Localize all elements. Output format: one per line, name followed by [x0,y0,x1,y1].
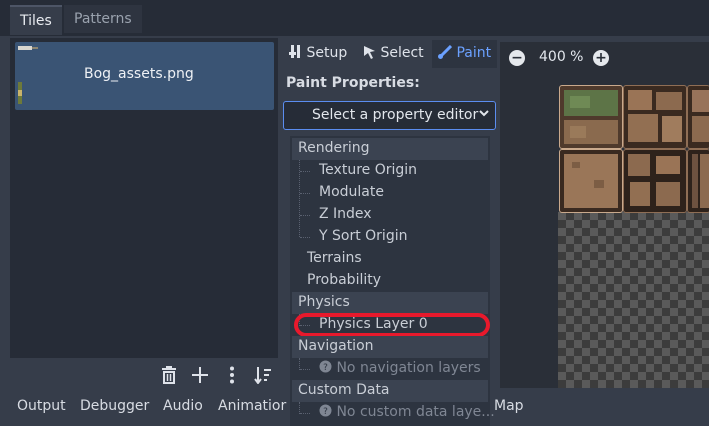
tree-item-z-index[interactable]: Z Index [319,206,372,222]
plus-icon-glyph [192,367,208,383]
zoom-out-icon[interactable]: − [509,50,525,66]
asset-thumbnail [16,44,42,114]
bottom-tab-audio[interactable]: Audio [163,398,203,414]
atlas-tile-art [628,90,682,142]
navigation-empty-label: No navigation layers [336,360,481,376]
brush-icon-glyph [438,44,453,59]
brush-icon [438,44,456,61]
zoom-in-icon[interactable]: + [593,50,609,66]
help-icon: ? [319,360,336,376]
setup-mode-button[interactable]: Setup [283,40,353,68]
atlas-tile-art [564,154,618,208]
tree-guide-tick [300,215,310,216]
help-icon: ? [319,404,336,420]
chevron-down-icon [478,105,490,125]
tree-guide-tick [300,237,310,238]
navigation-empty-item: ? No navigation layers [319,360,481,376]
atlas-tile-art [692,154,709,208]
tree-item-terrains[interactable]: Terrains [307,250,362,266]
sort-icon-glyph [254,367,271,385]
tree-category-custom-data-label: Custom Data [298,382,390,398]
trash-icon[interactable] [160,366,178,384]
bottom-tab-debugger[interactable]: Debugger [80,398,149,414]
atlas-tile-art [564,90,618,144]
tree-guide-tick [300,413,310,414]
tree-guide-tick [300,193,310,194]
tab-patterns[interactable]: Patterns [64,5,142,33]
atlas-tile-art [628,154,680,206]
bottom-tab-output[interactable]: Output [17,398,66,414]
wrench-icon-glyph [289,45,300,58]
select-mode-label: Select [380,45,424,61]
tree-item-y-sort-origin[interactable]: Y Sort Origin [319,228,407,244]
cursor-icon-glyph [364,46,375,59]
cursor-icon [363,45,380,61]
chevron-down-icon-glyph [479,110,489,117]
property-editor-select-value: Select a property editor [312,107,479,123]
help-icon-glyph: ? [319,404,332,417]
asset-thumbnail-image [18,46,38,104]
svg-text:?: ? [323,407,328,417]
tile-source-label: Bog_assets.png [84,66,194,82]
paint-properties-heading: Paint Properties: [286,75,420,91]
atlas-tile-art [692,90,709,142]
plus-icon[interactable] [191,366,209,384]
atlas-tile[interactable] [687,149,709,213]
annotation-highlight-ring [294,313,490,337]
atlas-tile[interactable] [623,149,687,213]
trash-icon-glyph [162,366,176,384]
atlas-tile[interactable] [559,85,623,149]
bottom-tab-animation[interactable]: Animatior [218,398,286,414]
tree-category-navigation-label: Navigation [298,338,374,354]
setup-mode-label: Setup [306,45,348,61]
tree-category-physics-label: Physics [298,294,350,310]
svg-text:?: ? [323,363,328,373]
tree-category-rendering-label: Rendering [298,140,370,156]
custom-data-empty-label: No custom data laye... [336,404,495,420]
atlas-tile[interactable] [687,85,709,149]
wrench-icon [289,45,306,61]
bottom-tab-tilemap[interactable]: Map [494,398,524,414]
atlas-tile[interactable] [559,149,623,213]
sort-icon[interactable] [254,366,272,385]
atlas-tile[interactable] [623,85,687,149]
help-icon-glyph: ? [319,360,332,373]
kebab-menu-icon-glyph [230,366,234,384]
kebab-menu-icon[interactable] [223,366,241,384]
tree-item-texture-origin[interactable]: Texture Origin [319,162,417,178]
transparent-background [558,212,709,388]
tree-guide-tick [300,369,310,370]
custom-data-empty-item: ? No custom data laye... [319,404,495,420]
tree-guide-tick [300,171,310,172]
tree-item-probability[interactable]: Probability [307,272,381,288]
tab-tiles[interactable]: Tiles [10,5,62,35]
paint-mode-button[interactable]: Paint [432,40,498,68]
paint-mode-label: Paint [456,45,492,61]
zoom-level[interactable]: 400 % [539,49,583,65]
tree-item-modulate[interactable]: Modulate [319,184,384,200]
select-mode-button[interactable]: Select [357,40,430,68]
